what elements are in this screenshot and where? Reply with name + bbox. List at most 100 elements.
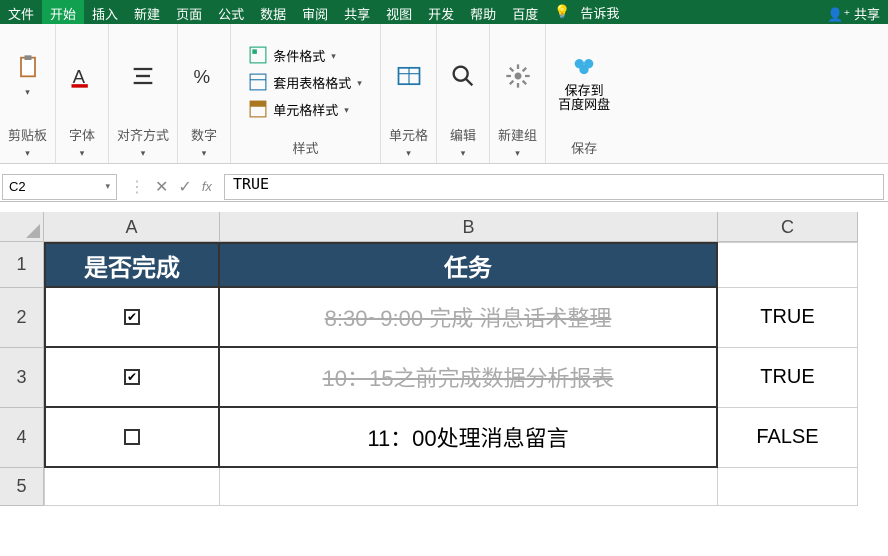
cloud-icon [570, 52, 598, 80]
cell-B1[interactable]: 任务 [220, 242, 718, 288]
cell-A4[interactable] [44, 408, 220, 468]
number-button[interactable]: % [186, 58, 222, 94]
chevron-down-icon[interactable]: ▾ [461, 148, 466, 159]
save-baidu-label-1: 保存到 [565, 84, 604, 98]
cancel-icon[interactable]: ✕ [155, 177, 168, 197]
select-all-corner[interactable] [0, 212, 44, 242]
cell-B4[interactable]: 11：00处理消息留言 [220, 408, 718, 468]
task-text: 10：15之前完成数据分析报表 [323, 361, 614, 393]
tab-quick-icons: 💡 告诉我 [546, 0, 627, 24]
col-header-B[interactable]: B [220, 212, 718, 242]
row-header-5[interactable]: 5 [0, 468, 44, 506]
share-right-label: 共享 [854, 7, 880, 22]
ribbon: ▾ 剪贴板 ▾ A 字体 ▾ 对齐方式 ▾ % 数字 ▾ [0, 24, 888, 164]
chevron-down-icon: ▾ [25, 87, 30, 98]
row-header-2[interactable]: 2 [0, 288, 44, 348]
gear-icon [504, 62, 532, 90]
enter-icon[interactable]: ✓ [178, 177, 191, 197]
font-button[interactable]: A [64, 58, 100, 94]
ribbon-group-newgroup: 新建组 ▾ [490, 24, 546, 163]
tab-file[interactable]: 文件 [0, 0, 42, 24]
format-as-table-button[interactable]: 套用表格格式 ▾ [245, 71, 366, 94]
row-header-4[interactable]: 4 [0, 408, 44, 468]
tab-formula[interactable]: 公式 [210, 0, 252, 24]
chevron-down-icon[interactable]: ▾ [80, 148, 85, 159]
chevron-down-icon: ▾ [331, 51, 336, 62]
formula-input[interactable]: TRUE [224, 174, 884, 200]
svg-text:%: % [194, 66, 211, 87]
conditional-format-button[interactable]: 条件格式 ▾ [245, 44, 340, 67]
chevron-down-icon: ▾ [105, 181, 110, 192]
lightbulb-icon: 💡 [554, 4, 570, 20]
row-header-1[interactable]: 1 [0, 242, 44, 288]
save-to-baidu-button[interactable]: 保存到 百度网盘 [554, 48, 614, 117]
newgroup-button[interactable] [500, 58, 536, 94]
checkbox-icon[interactable]: ✔ [124, 369, 140, 385]
font-group-label: 字体 [69, 123, 95, 146]
tab-page[interactable]: 页面 [168, 0, 210, 24]
ribbon-group-styles: 条件格式 ▾ 套用表格格式 ▾ 单元格样式 ▾ 样式 [231, 24, 381, 163]
tab-baidu[interactable]: 百度 [504, 0, 546, 24]
tab-share-right[interactable]: 👤⁺ 共享 [819, 0, 888, 24]
chevron-down-icon[interactable]: ▾ [406, 148, 411, 159]
name-box[interactable]: C2 ▾ [2, 174, 117, 200]
clipboard-group-label: 剪贴板 [8, 123, 47, 146]
dots-icon[interactable]: ⋮ [129, 177, 145, 197]
editing-button[interactable] [445, 58, 481, 94]
cell-C1[interactable] [718, 242, 858, 288]
ribbon-group-number: % 数字 ▾ [178, 24, 231, 163]
cell-style-label: 单元格样式 [273, 100, 338, 119]
cells-icon [395, 62, 423, 90]
col-header-A[interactable]: A [44, 212, 220, 242]
cell-style-icon [249, 100, 267, 118]
tellme-label[interactable]: 告诉我 [580, 3, 619, 22]
cell-A5[interactable] [44, 468, 220, 506]
chevron-down-icon[interactable]: ▾ [515, 148, 520, 159]
name-box-value: C2 [9, 179, 26, 194]
row-header-3[interactable]: 3 [0, 348, 44, 408]
align-button[interactable] [125, 58, 161, 94]
cells-button[interactable] [391, 58, 427, 94]
cell-C2[interactable]: TRUE [718, 288, 858, 348]
ribbon-group-save: 保存到 百度网盘 保存 [546, 24, 622, 163]
ribbon-group-align: 对齐方式 ▾ [109, 24, 178, 163]
tab-review[interactable]: 审阅 [294, 0, 336, 24]
tab-data[interactable]: 数据 [252, 0, 294, 24]
cell-A2[interactable]: ✔ [44, 288, 220, 348]
svg-text:A: A [73, 66, 86, 87]
chevron-down-icon[interactable]: ▾ [202, 148, 207, 159]
task-text: 8:30~9:00 完成 消息话术整理 [325, 301, 612, 333]
cell-B5[interactable] [220, 468, 718, 506]
checkbox-icon[interactable] [124, 429, 140, 445]
formula-content: TRUE [233, 175, 269, 193]
person-icon: 👤⁺ [827, 7, 850, 22]
cell-A1[interactable]: 是否完成 [44, 242, 220, 288]
fx-icon[interactable]: fx [202, 179, 212, 194]
col-header-C[interactable]: C [718, 212, 858, 242]
cells-group-label: 单元格 [389, 123, 428, 146]
tab-share[interactable]: 共享 [336, 0, 378, 24]
tab-insert[interactable]: 插入 [84, 0, 126, 24]
cell-styles-button[interactable]: 单元格样式 ▾ [245, 98, 353, 121]
format-table-label: 套用表格格式 [273, 73, 351, 92]
magnifier-icon [449, 62, 477, 90]
checkbox-icon[interactable]: ✔ [124, 309, 140, 325]
cell-B3[interactable]: 10：15之前完成数据分析报表 [220, 348, 718, 408]
tab-start[interactable]: 开始 [42, 0, 84, 24]
tab-help[interactable]: 帮助 [462, 0, 504, 24]
cell-C3[interactable]: TRUE [718, 348, 858, 408]
chevron-down-icon[interactable]: ▾ [25, 148, 30, 159]
cell-B2[interactable]: 8:30~9:00 完成 消息话术整理 [220, 288, 718, 348]
save-group-label: 保存 [571, 136, 597, 159]
chevron-down-icon[interactable]: ▾ [141, 148, 146, 159]
paste-button[interactable]: ▾ [10, 49, 46, 102]
tab-dev[interactable]: 开发 [420, 0, 462, 24]
cell-C4[interactable]: FALSE [718, 408, 858, 468]
cell-A3[interactable]: ✔ [44, 348, 220, 408]
tab-new[interactable]: 新建 [126, 0, 168, 24]
percent-icon: % [190, 62, 218, 90]
tab-view[interactable]: 视图 [378, 0, 420, 24]
cell-C5[interactable] [718, 468, 858, 506]
font-icon: A [68, 62, 96, 90]
cond-format-icon [249, 46, 267, 64]
